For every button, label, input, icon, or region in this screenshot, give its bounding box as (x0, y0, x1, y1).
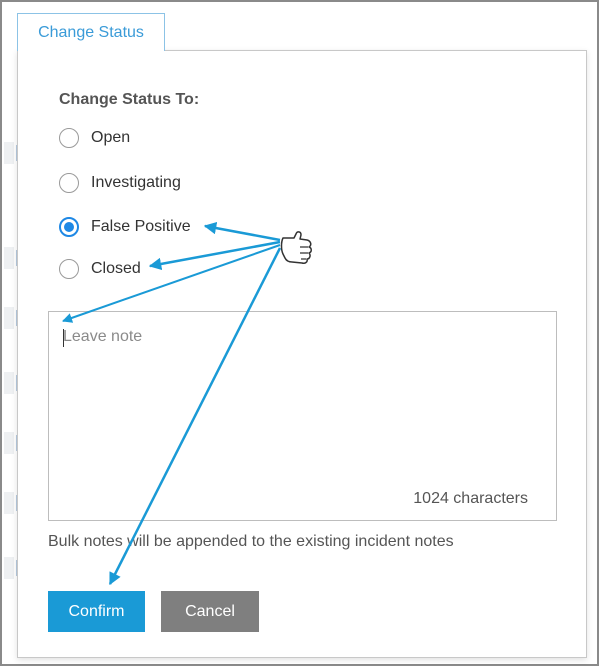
radio-option-investigating[interactable]: Investigating (59, 171, 181, 195)
change-status-dropdown: Change Status To: Open Investigating Fal… (17, 50, 587, 658)
cancel-button[interactable]: Cancel (161, 591, 259, 632)
radio-label-closed: Closed (91, 260, 141, 277)
radio-false-positive[interactable] (59, 217, 79, 237)
background-row (4, 557, 14, 579)
note-field: 1024 characters (48, 311, 557, 521)
radio-option-open[interactable]: Open (59, 126, 130, 150)
character-counter: 1024 characters (413, 490, 528, 507)
form-heading: Change Status To: (59, 91, 200, 108)
background-row (4, 307, 14, 329)
note-input[interactable] (49, 312, 556, 520)
radio-closed[interactable] (59, 259, 79, 279)
change-status-button[interactable]: Change Status (17, 13, 165, 51)
radio-label-investigating: Investigating (91, 174, 181, 191)
radio-open[interactable] (59, 128, 79, 148)
bulk-notes-hint: Bulk notes will be appended to the exist… (48, 533, 454, 550)
background-row (4, 432, 14, 454)
background-row (4, 247, 14, 269)
radio-label-open: Open (91, 129, 131, 146)
confirm-button[interactable]: Confirm (48, 591, 145, 632)
text-caret (63, 329, 64, 347)
radio-option-closed[interactable]: Closed (59, 257, 141, 281)
radio-option-false-positive[interactable]: False Positive (59, 215, 191, 239)
background-row (4, 142, 14, 164)
radio-label-false-positive: False Positive (91, 218, 191, 235)
radio-investigating[interactable] (59, 173, 79, 193)
background-row (4, 492, 14, 514)
background-row (4, 372, 14, 394)
